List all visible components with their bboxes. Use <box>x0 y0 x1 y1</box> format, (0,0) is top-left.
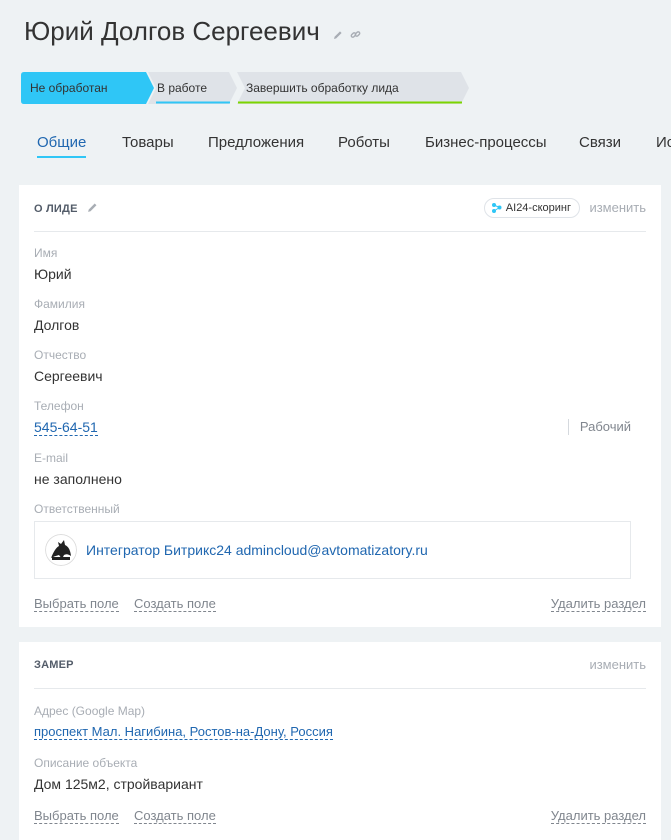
title-actions <box>333 18 361 49</box>
tab-robots[interactable]: Роботы <box>338 134 390 151</box>
stage-finish[interactable]: Завершить обработку лида <box>237 72 469 104</box>
lead-name: Юрий Долгов Сергеевич <box>24 16 320 46</box>
tab-bar: Общие Товары Предложения Роботы Бизнес-п… <box>0 134 671 160</box>
lead-info-card: О ЛИДЕ AI24-скоринг изменить Имя Юрий Фа… <box>19 185 661 627</box>
field-value-name: Юрий <box>34 266 72 282</box>
tab-products[interactable]: Товары <box>122 134 174 151</box>
edit-pencil-icon[interactable] <box>333 30 343 40</box>
field-label-responsible: Ответственный <box>34 502 120 516</box>
field-value-patronymic: Сергеевич <box>34 368 103 384</box>
stage-new-label: Не обработан <box>30 81 108 95</box>
field-value-email: не заполнено <box>34 471 122 487</box>
field-label-lastname: Фамилия <box>34 297 85 311</box>
field-label-description: Описание объекта <box>34 756 138 770</box>
avatar[interactable] <box>45 534 77 566</box>
delete-section-link[interactable]: Удалить раздел <box>550 808 646 824</box>
responsible-name-link[interactable]: Интегратор Битрикс24 admincloud@avtomati… <box>86 542 428 558</box>
choose-field-link[interactable]: Выбрать поле <box>34 596 119 612</box>
create-field-link[interactable]: Создать поле <box>134 808 216 824</box>
phone-type-label: Рабочий <box>567 419 631 435</box>
stage-finish-label: Завершить обработку лида <box>246 81 399 95</box>
ai-scoring-label: AI24-скоринг <box>505 202 571 214</box>
field-label-email: E-mail <box>34 451 69 465</box>
tab-history[interactable]: Ис <box>656 134 671 151</box>
field-label-patronymic: Отчество <box>34 348 87 362</box>
stage-new[interactable]: Не обработан <box>21 72 154 104</box>
measure-card-title: ЗАМЕР <box>34 659 74 671</box>
field-label-phone: Телефон <box>34 399 84 413</box>
lead-card-title-text: О ЛИДЕ <box>34 203 78 215</box>
tab-business-processes[interactable]: Бизнес-процессы <box>425 134 547 151</box>
lead-card-title: О ЛИДЕ <box>34 202 98 215</box>
measure-card: ЗАМЕР изменить Адрес (Google Map) проспе… <box>19 642 661 840</box>
page-header: Юрий Долгов Сергеевич Не обработан В раб… <box>0 0 671 185</box>
stage-in-work-label: В работе <box>157 81 208 95</box>
responsible-box: Интегратор Битрикс24 admincloud@avtomati… <box>34 521 631 579</box>
field-value-lastname: Долгов <box>34 317 80 333</box>
field-value-description: Дом 125м2, стройвариант <box>34 776 203 792</box>
stage-in-work[interactable]: В работе <box>148 72 237 104</box>
lead-card-change-link[interactable]: изменить <box>589 200 646 215</box>
field-label-address: Адрес (Google Map) <box>34 704 146 718</box>
lead-title: Юрий Долгов Сергеевич <box>24 16 361 49</box>
measure-card-change-link[interactable]: изменить <box>589 657 646 672</box>
ai-scoring-badge[interactable]: AI24-скоринг <box>483 198 580 218</box>
delete-section-link[interactable]: Удалить раздел <box>550 596 646 612</box>
field-label-name: Имя <box>34 246 58 260</box>
address-link[interactable]: проспект Мал. Нагибина, Ростов-на-Дону, … <box>34 724 333 740</box>
link-icon[interactable] <box>350 29 361 40</box>
tab-offers[interactable]: Предложения <box>208 134 304 151</box>
tab-general[interactable]: Общие <box>37 134 87 158</box>
tab-relations[interactable]: Связи <box>579 134 621 151</box>
edit-pencil-icon[interactable] <box>87 202 98 213</box>
lead-card-header: О ЛИДЕ AI24-скоринг изменить <box>34 185 646 232</box>
field-value-phone-wrap: 545-64-51 <box>34 419 98 436</box>
ai-scoring-icon <box>491 203 502 213</box>
phone-link[interactable]: 545-64-51 <box>34 419 98 436</box>
measure-card-header: ЗАМЕР изменить <box>34 642 646 689</box>
choose-field-link[interactable]: Выбрать поле <box>34 808 119 824</box>
create-field-link[interactable]: Создать поле <box>134 596 216 612</box>
